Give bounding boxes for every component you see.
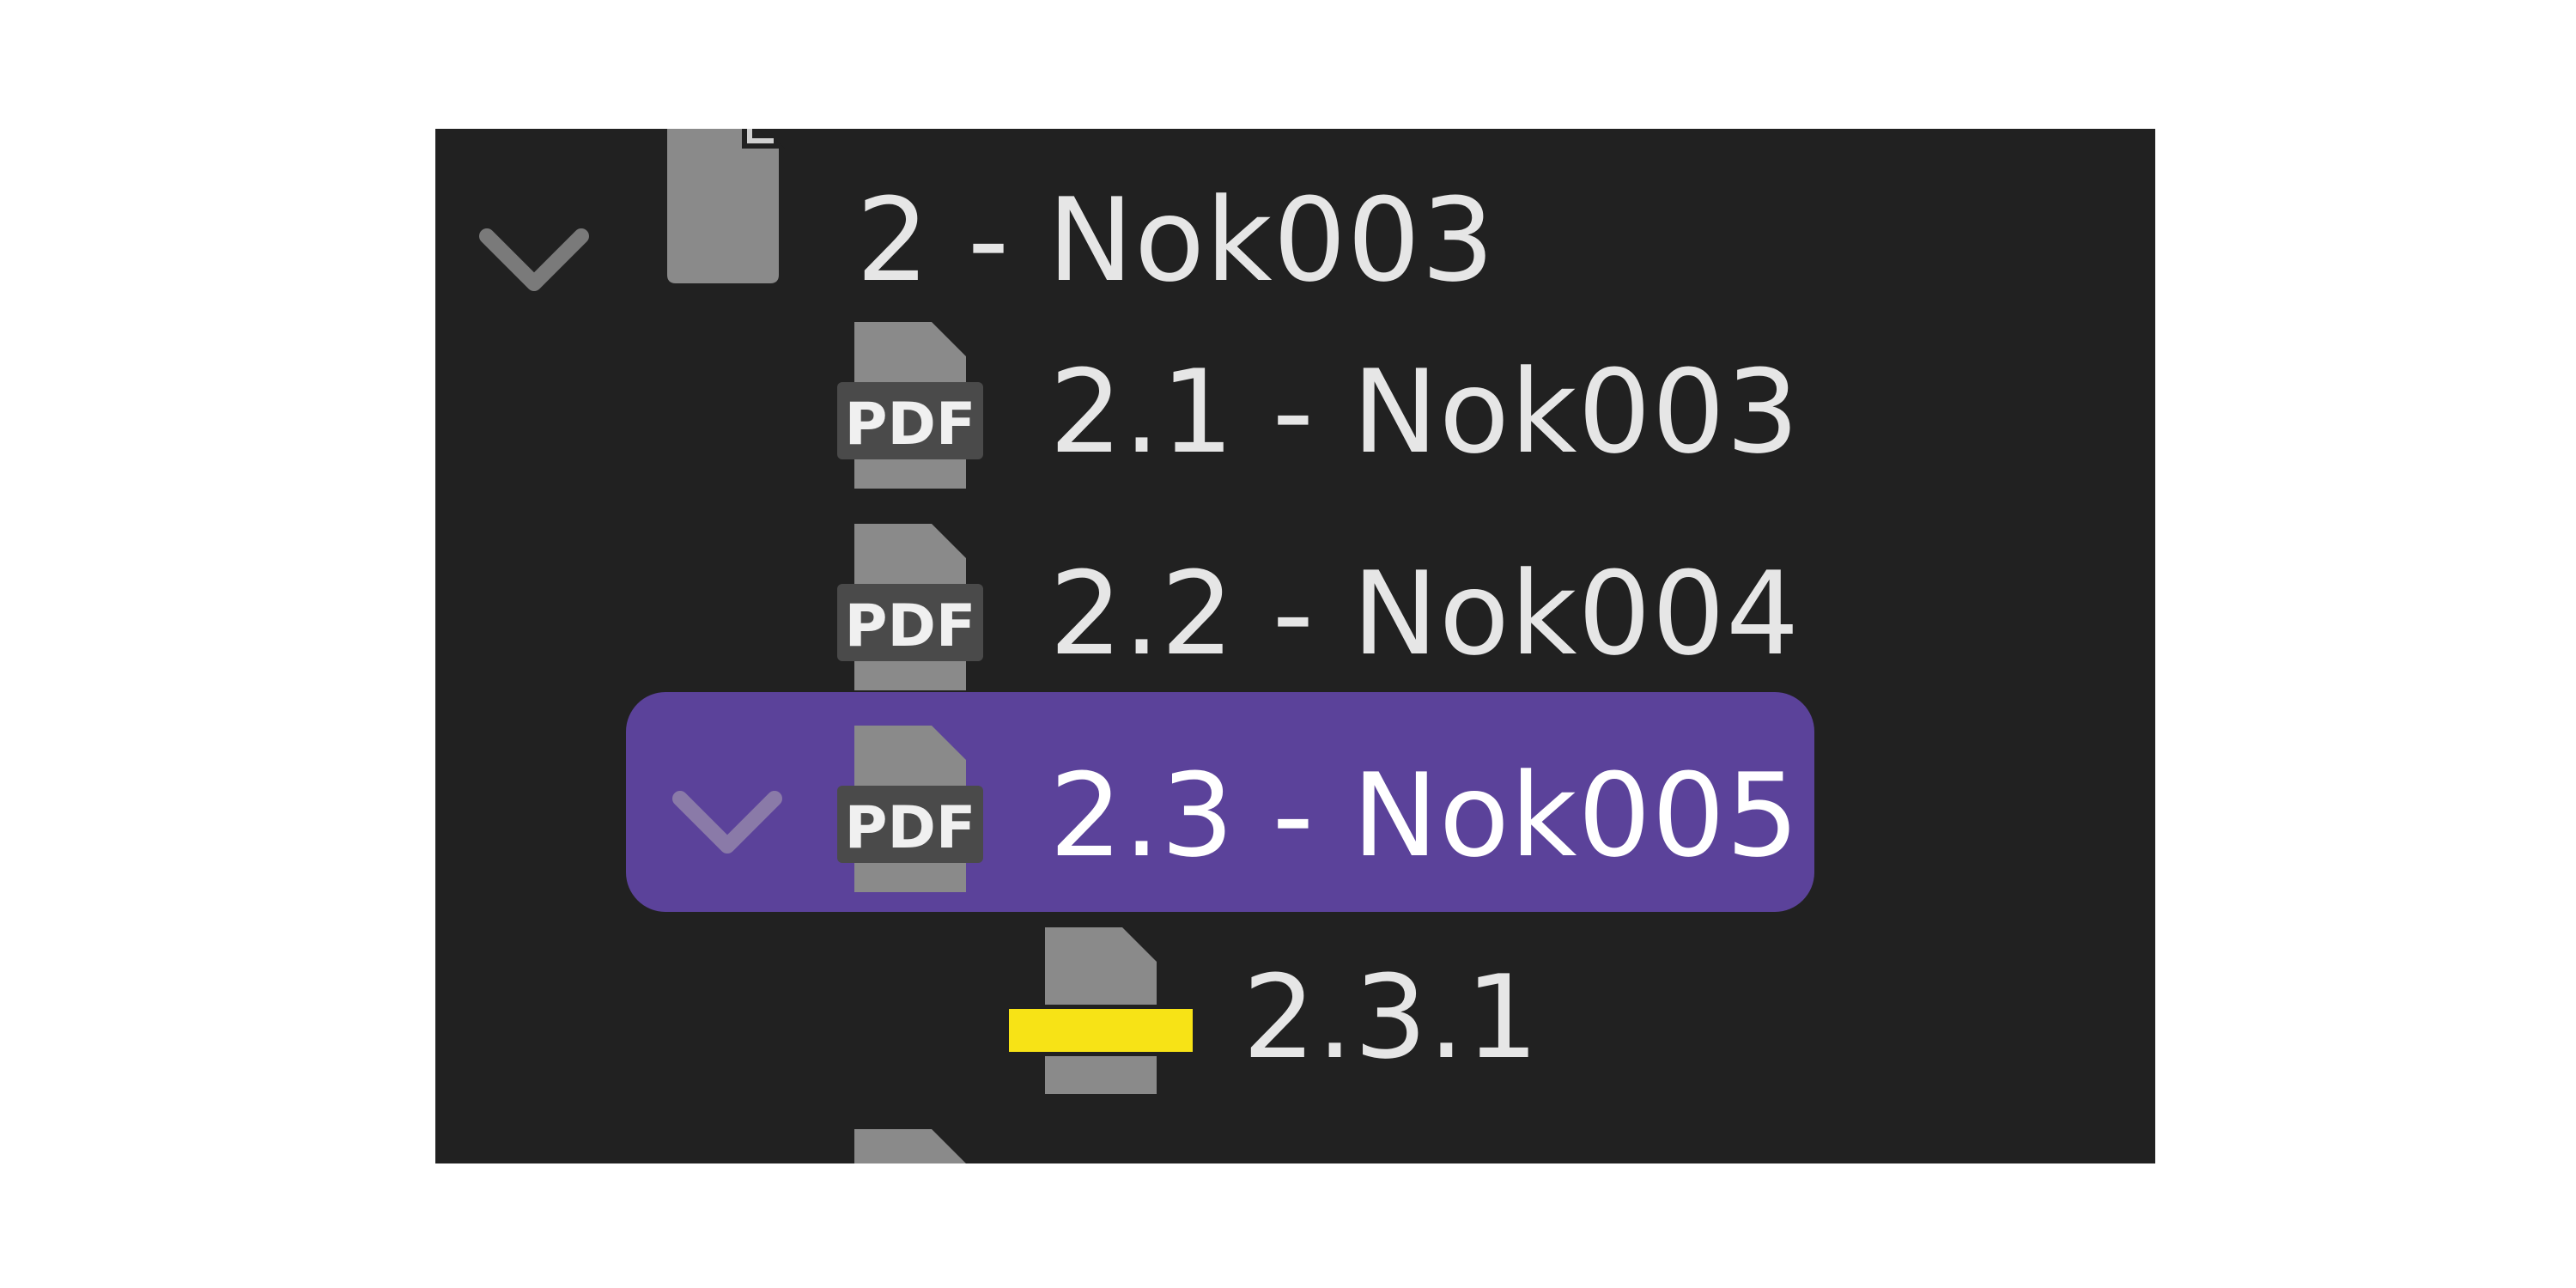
file-tree-panel: 2 - Nok003 PDF 2.1 - Nok003 PDF 2.2 - No… (435, 129, 2155, 1163)
chevron-down-icon[interactable] (663, 760, 792, 889)
tree-item-label: 2.3.1 (1242, 951, 1540, 1084)
svg-text:PDF: PDF (845, 592, 976, 660)
tree-item-nok006-pdf[interactable]: PDF 2.4 - Nok006 (435, 1125, 2155, 1163)
document-icon (650, 129, 796, 283)
tree-item-label: 2.1 - Nok003 (1049, 345, 1801, 479)
highlight-annotation-icon (1002, 927, 1200, 1099)
chevron-down-icon[interactable] (470, 197, 598, 326)
tree-item-label: 2 - Nok003 (856, 173, 1496, 307)
tree-item-label: 2.2 - Nok004 (1049, 547, 1801, 681)
tree-item-nok003-pdf[interactable]: PDF 2.1 - Nok003 (435, 318, 2155, 524)
tree-item-label: 2.4 - Nok006 (1049, 1151, 1800, 1163)
tree-item-annotation[interactable]: 2.3.1 (435, 923, 2155, 1129)
tree-item-nok003[interactable]: 2 - Nok003 (435, 129, 2155, 318)
pdf-icon: PDF (837, 524, 983, 696)
tree-item-nok005-pdf[interactable]: PDF 2.3 - Nok005 (435, 721, 2155, 927)
tree-item-label: 2.3 - Nok005 (1049, 749, 1801, 883)
pdf-icon: PDF (837, 726, 983, 897)
svg-text:PDF: PDF (845, 794, 976, 862)
pdf-icon: PDF (837, 1129, 983, 1163)
pdf-icon: PDF (837, 322, 983, 494)
svg-text:PDF: PDF (845, 391, 976, 459)
